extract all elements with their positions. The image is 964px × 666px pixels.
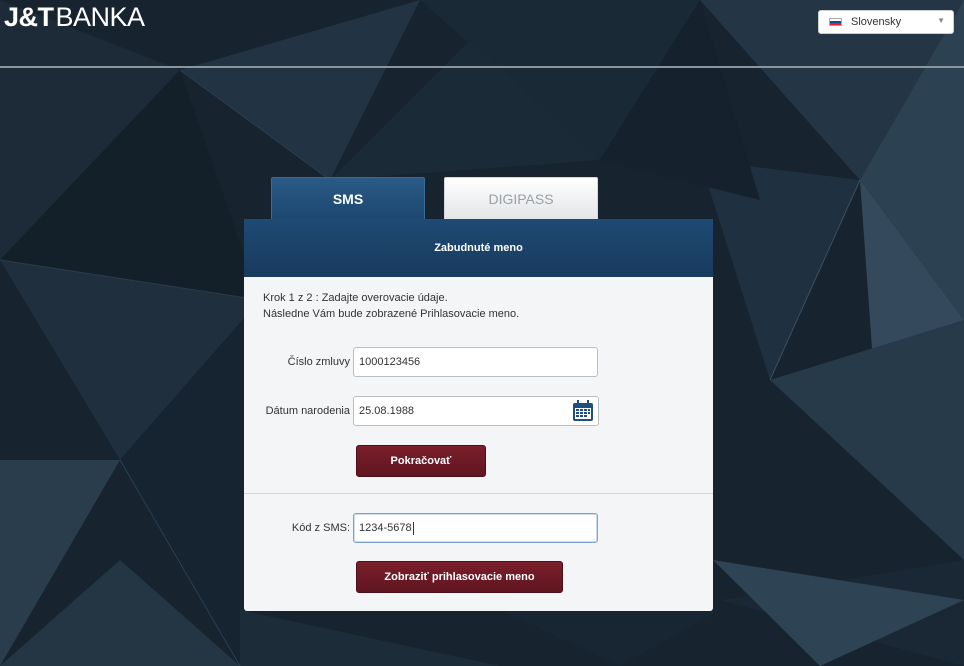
panel-title: Zabudnuté meno xyxy=(434,242,523,254)
section-divider xyxy=(244,493,713,494)
chevron-down-icon: ▼ xyxy=(937,16,945,25)
sms-code-input[interactable]: 1234-5678 xyxy=(353,513,598,543)
tab-sms[interactable]: SMS xyxy=(271,177,425,220)
language-select[interactable]: Slovensky ▼ xyxy=(818,10,954,34)
sms-code-label: Kód z SMS: xyxy=(291,522,350,534)
panel-header: Zabudnuté meno xyxy=(244,219,713,277)
instructions: Krok 1 z 2 : Zadajte overovacie údaje. N… xyxy=(263,290,519,322)
calendar-icon[interactable] xyxy=(572,400,594,422)
show-login-name-button-label: Zobraziť prihlasovacie meno xyxy=(384,571,535,583)
birth-date-label: Dátum narodenia xyxy=(265,405,350,417)
show-login-name-button[interactable]: Zobraziť prihlasovacie meno xyxy=(356,561,563,593)
instruction-line-1: Krok 1 z 2 : Zadajte overovacie údaje. xyxy=(263,292,448,304)
slovak-flag-icon xyxy=(829,18,842,26)
text-cursor xyxy=(412,521,414,535)
instruction-line-2: Následne Vám bude zobrazené Prihlasovaci… xyxy=(263,308,520,320)
sms-code-value: 1234-5678 xyxy=(359,522,412,534)
logo-bold-text: J&T xyxy=(4,2,54,32)
contract-number-input[interactable]: 1000123456 xyxy=(353,347,598,377)
contract-number-label: Číslo zmluvy xyxy=(287,356,350,368)
header-divider xyxy=(0,66,964,68)
bank-logo[interactable]: J&TBANKA xyxy=(4,2,145,32)
contract-number-value: 1000123456 xyxy=(359,356,421,368)
birth-date-input[interactable]: 25.08.1988 xyxy=(353,396,599,426)
tab-digipass-label: DIGIPASS xyxy=(488,191,554,207)
tab-digipass[interactable]: DIGIPASS xyxy=(444,177,598,220)
logo-rest-text: BANKA xyxy=(55,2,146,32)
continue-button[interactable]: Pokračovať xyxy=(356,445,486,477)
language-selected-label: Slovensky xyxy=(851,16,902,28)
continue-button-label: Pokračovať xyxy=(390,455,452,467)
forgotten-name-panel: Zabudnuté meno Krok 1 z 2 : Zadajte over… xyxy=(244,219,713,611)
tab-sms-label: SMS xyxy=(332,191,364,207)
birth-date-value: 25.08.1988 xyxy=(359,405,415,417)
